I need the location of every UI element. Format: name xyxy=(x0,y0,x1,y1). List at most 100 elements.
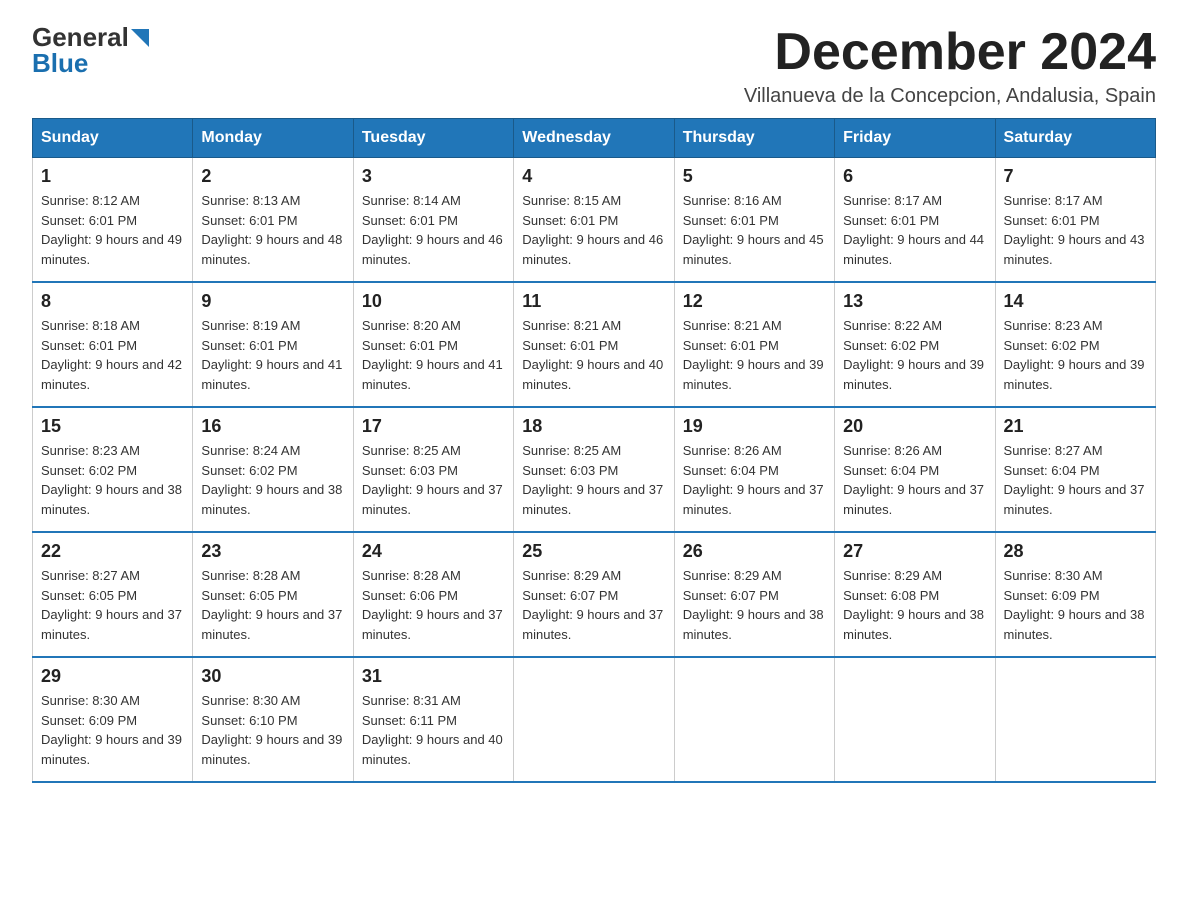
calendar-cell: 3 Sunrise: 8:14 AMSunset: 6:01 PMDaylight… xyxy=(353,158,513,283)
calendar-cell: 29 Sunrise: 8:30 AMSunset: 6:09 PMDayligh… xyxy=(33,657,193,782)
day-number: 27 xyxy=(843,541,986,562)
day-number: 29 xyxy=(41,666,184,687)
day-info: Sunrise: 8:20 AMSunset: 6:01 PMDaylight:… xyxy=(362,316,505,394)
calendar-cell xyxy=(674,657,834,782)
day-number: 24 xyxy=(362,541,505,562)
day-info: Sunrise: 8:26 AMSunset: 6:04 PMDaylight:… xyxy=(683,441,826,519)
day-info: Sunrise: 8:23 AMSunset: 6:02 PMDaylight:… xyxy=(1004,316,1147,394)
weekday-header-thursday: Thursday xyxy=(674,119,834,158)
day-info: Sunrise: 8:18 AMSunset: 6:01 PMDaylight:… xyxy=(41,316,184,394)
calendar-cell: 22 Sunrise: 8:27 AMSunset: 6:05 PMDayligh… xyxy=(33,532,193,657)
day-number: 20 xyxy=(843,416,986,437)
calendar-cell: 5 Sunrise: 8:16 AMSunset: 6:01 PMDaylight… xyxy=(674,158,834,283)
month-title: December 2024 xyxy=(744,24,1156,81)
day-number: 12 xyxy=(683,291,826,312)
day-number: 31 xyxy=(362,666,505,687)
calendar-cell: 26 Sunrise: 8:29 AMSunset: 6:07 PMDayligh… xyxy=(674,532,834,657)
day-number: 1 xyxy=(41,166,184,187)
calendar-cell: 27 Sunrise: 8:29 AMSunset: 6:08 PMDayligh… xyxy=(835,532,995,657)
calendar-cell: 4 Sunrise: 8:15 AMSunset: 6:01 PMDaylight… xyxy=(514,158,674,283)
day-number: 8 xyxy=(41,291,184,312)
logo-flag-icon xyxy=(131,29,149,47)
calendar-cell: 10 Sunrise: 8:20 AMSunset: 6:01 PMDayligh… xyxy=(353,282,513,407)
day-number: 22 xyxy=(41,541,184,562)
calendar-cell: 8 Sunrise: 8:18 AMSunset: 6:01 PMDaylight… xyxy=(33,282,193,407)
day-info: Sunrise: 8:12 AMSunset: 6:01 PMDaylight:… xyxy=(41,191,184,269)
day-number: 28 xyxy=(1004,541,1147,562)
day-number: 3 xyxy=(362,166,505,187)
day-info: Sunrise: 8:30 AMSunset: 6:09 PMDaylight:… xyxy=(1004,566,1147,644)
weekday-header-friday: Friday xyxy=(835,119,995,158)
day-info: Sunrise: 8:24 AMSunset: 6:02 PMDaylight:… xyxy=(201,441,344,519)
day-number: 9 xyxy=(201,291,344,312)
calendar-cell: 19Sunrise: 8:26 AMSunset: 6:04 PMDayligh… xyxy=(674,407,834,532)
calendar-cell: 13Sunrise: 8:22 AMSunset: 6:02 PMDayligh… xyxy=(835,282,995,407)
day-number: 7 xyxy=(1004,166,1147,187)
day-info: Sunrise: 8:27 AMSunset: 6:04 PMDaylight:… xyxy=(1004,441,1147,519)
day-number: 17 xyxy=(362,416,505,437)
calendar-week-row: 29 Sunrise: 8:30 AMSunset: 6:09 PMDayligh… xyxy=(33,657,1156,782)
calendar-cell: 16Sunrise: 8:24 AMSunset: 6:02 PMDayligh… xyxy=(193,407,353,532)
day-info: Sunrise: 8:15 AMSunset: 6:01 PMDaylight:… xyxy=(522,191,665,269)
calendar-cell: 23 Sunrise: 8:28 AMSunset: 6:05 PMDayligh… xyxy=(193,532,353,657)
day-info: Sunrise: 8:23 AMSunset: 6:02 PMDaylight:… xyxy=(41,441,184,519)
weekday-header-sunday: Sunday xyxy=(33,119,193,158)
day-number: 26 xyxy=(683,541,826,562)
day-info: Sunrise: 8:25 AMSunset: 6:03 PMDaylight:… xyxy=(522,441,665,519)
day-info: Sunrise: 8:21 AMSunset: 6:01 PMDaylight:… xyxy=(683,316,826,394)
weekday-header-row: SundayMondayTuesdayWednesdayThursdayFrid… xyxy=(33,119,1156,158)
day-info: Sunrise: 8:31 AMSunset: 6:11 PMDaylight:… xyxy=(362,691,505,769)
day-info: Sunrise: 8:19 AMSunset: 6:01 PMDaylight:… xyxy=(201,316,344,394)
logo-general: General xyxy=(32,24,129,50)
day-number: 6 xyxy=(843,166,986,187)
logo-blue: Blue xyxy=(32,50,88,76)
calendar-cell: 2Sunrise: 8:13 AMSunset: 6:01 PMDaylight… xyxy=(193,158,353,283)
calendar-body: 1 Sunrise: 8:12 AMSunset: 6:01 PMDaylight… xyxy=(33,158,1156,783)
day-info: Sunrise: 8:16 AMSunset: 6:01 PMDaylight:… xyxy=(683,191,826,269)
calendar-cell: 25 Sunrise: 8:29 AMSunset: 6:07 PMDayligh… xyxy=(514,532,674,657)
day-number: 13 xyxy=(843,291,986,312)
day-info: Sunrise: 8:29 AMSunset: 6:07 PMDaylight:… xyxy=(683,566,826,644)
day-info: Sunrise: 8:14 AMSunset: 6:01 PMDaylight:… xyxy=(362,191,505,269)
calendar-cell: 21 Sunrise: 8:27 AMSunset: 6:04 PMDayligh… xyxy=(995,407,1155,532)
calendar-cell: 9 Sunrise: 8:19 AMSunset: 6:01 PMDaylight… xyxy=(193,282,353,407)
day-number: 23 xyxy=(201,541,344,562)
calendar-week-row: 22 Sunrise: 8:27 AMSunset: 6:05 PMDayligh… xyxy=(33,532,1156,657)
day-number: 4 xyxy=(522,166,665,187)
calendar-cell: 24 Sunrise: 8:28 AMSunset: 6:06 PMDayligh… xyxy=(353,532,513,657)
day-info: Sunrise: 8:27 AMSunset: 6:05 PMDaylight:… xyxy=(41,566,184,644)
day-info: Sunrise: 8:29 AMSunset: 6:08 PMDaylight:… xyxy=(843,566,986,644)
calendar-cell xyxy=(835,657,995,782)
weekday-header-wednesday: Wednesday xyxy=(514,119,674,158)
day-info: Sunrise: 8:21 AMSunset: 6:01 PMDaylight:… xyxy=(522,316,665,394)
calendar-cell: 7 Sunrise: 8:17 AMSunset: 6:01 PMDaylight… xyxy=(995,158,1155,283)
day-info: Sunrise: 8:28 AMSunset: 6:05 PMDaylight:… xyxy=(201,566,344,644)
calendar-cell xyxy=(995,657,1155,782)
day-number: 11 xyxy=(522,291,665,312)
calendar-cell: 14Sunrise: 8:23 AMSunset: 6:02 PMDayligh… xyxy=(995,282,1155,407)
calendar-cell: 28 Sunrise: 8:30 AMSunset: 6:09 PMDayligh… xyxy=(995,532,1155,657)
day-info: Sunrise: 8:17 AMSunset: 6:01 PMDaylight:… xyxy=(1004,191,1147,269)
day-number: 5 xyxy=(683,166,826,187)
day-info: Sunrise: 8:30 AMSunset: 6:10 PMDaylight:… xyxy=(201,691,344,769)
header: General Blue December 2024 Villanueva de… xyxy=(32,24,1156,108)
day-info: Sunrise: 8:29 AMSunset: 6:07 PMDaylight:… xyxy=(522,566,665,644)
day-info: Sunrise: 8:17 AMSunset: 6:01 PMDaylight:… xyxy=(843,191,986,269)
day-number: 15 xyxy=(41,416,184,437)
calendar-cell: 20 Sunrise: 8:26 AMSunset: 6:04 PMDayligh… xyxy=(835,407,995,532)
calendar-week-row: 8 Sunrise: 8:18 AMSunset: 6:01 PMDaylight… xyxy=(33,282,1156,407)
calendar-week-row: 15 Sunrise: 8:23 AMSunset: 6:02 PMDayligh… xyxy=(33,407,1156,532)
day-info: Sunrise: 8:30 AMSunset: 6:09 PMDaylight:… xyxy=(41,691,184,769)
calendar-cell: 11 Sunrise: 8:21 AMSunset: 6:01 PMDayligh… xyxy=(514,282,674,407)
calendar-cell: 12 Sunrise: 8:21 AMSunset: 6:01 PMDayligh… xyxy=(674,282,834,407)
day-number: 25 xyxy=(522,541,665,562)
day-info: Sunrise: 8:25 AMSunset: 6:03 PMDaylight:… xyxy=(362,441,505,519)
calendar-cell: 1 Sunrise: 8:12 AMSunset: 6:01 PMDaylight… xyxy=(33,158,193,283)
day-number: 10 xyxy=(362,291,505,312)
calendar-week-row: 1 Sunrise: 8:12 AMSunset: 6:01 PMDaylight… xyxy=(33,158,1156,283)
logo: General Blue xyxy=(32,24,149,76)
day-number: 21 xyxy=(1004,416,1147,437)
day-info: Sunrise: 8:26 AMSunset: 6:04 PMDaylight:… xyxy=(843,441,986,519)
calendar-cell: 30Sunrise: 8:30 AMSunset: 6:10 PMDayligh… xyxy=(193,657,353,782)
day-info: Sunrise: 8:28 AMSunset: 6:06 PMDaylight:… xyxy=(362,566,505,644)
